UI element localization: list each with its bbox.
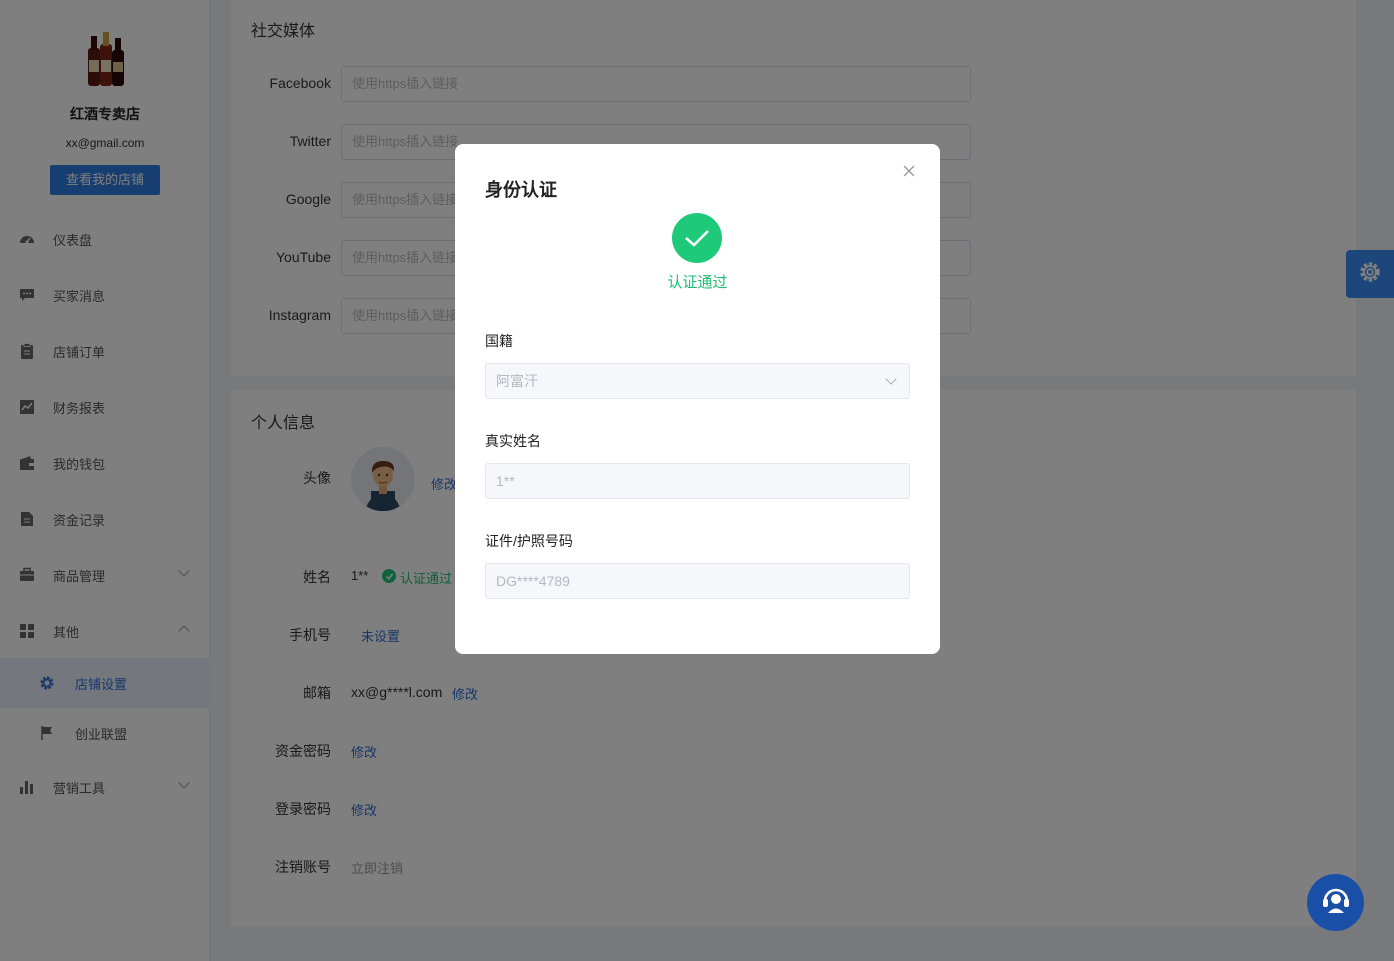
dialog-title: 身份认证: [485, 180, 557, 200]
id-number-label: 证件/护照号码: [485, 533, 573, 549]
nationality-value: 阿富汗: [496, 373, 538, 389]
real-name-field[interactable]: 1**: [485, 463, 910, 499]
headset-icon: [1319, 883, 1353, 922]
success-check-icon: [672, 213, 722, 263]
customer-service-button[interactable]: [1307, 874, 1364, 931]
real-name-label: 真实姓名: [485, 433, 541, 449]
nationality-label: 国籍: [485, 333, 513, 349]
id-number-field[interactable]: DG****4789: [485, 563, 910, 599]
close-icon[interactable]: [903, 164, 919, 180]
chevron-down-icon: [885, 373, 897, 385]
identity-verification-dialog: 身份认证 认证通过 国籍 阿富汗 真实姓名 1** 证件/护照号码 DG****…: [455, 144, 940, 654]
nationality-select[interactable]: 阿富汗: [485, 363, 910, 399]
verification-status: 认证通过: [667, 274, 728, 291]
